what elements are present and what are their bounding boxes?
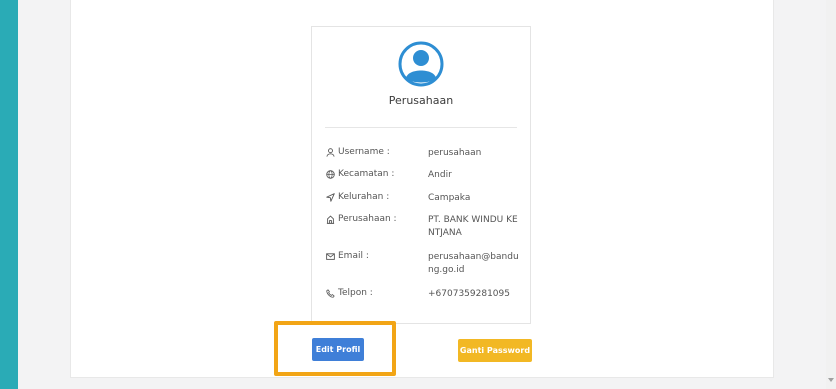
location-arrow-icon bbox=[326, 192, 335, 202]
kelurahan-label: Kelurahan : bbox=[326, 192, 389, 202]
email-label: Email : bbox=[326, 251, 369, 261]
user-icon bbox=[326, 147, 335, 157]
envelope-icon bbox=[326, 252, 335, 260]
scrollbar[interactable] bbox=[826, 0, 836, 389]
username-value: perusahaan bbox=[428, 148, 482, 158]
kecamatan-label: Kecamatan : bbox=[326, 169, 394, 179]
username-label: Username : bbox=[326, 147, 390, 157]
divider bbox=[325, 127, 517, 128]
phone-icon bbox=[326, 288, 335, 298]
perusahaan-label: Perusahaan : bbox=[326, 214, 397, 224]
perusahaan-value: PT. BANK WINDU KENTJANA bbox=[428, 215, 518, 238]
profile-name: Perusahaan bbox=[388, 94, 454, 107]
scroll-down-arrow-icon[interactable] bbox=[828, 378, 834, 382]
building-icon bbox=[326, 214, 335, 224]
kecamatan-value: Andir bbox=[428, 170, 452, 180]
highlight-box bbox=[274, 321, 396, 376]
avatar-icon bbox=[398, 41, 444, 87]
telpon-value: +6707359281095 bbox=[428, 289, 510, 299]
change-password-button[interactable]: Ganti Password bbox=[458, 339, 532, 362]
email-value: perusahaan@bandung.go.id bbox=[428, 252, 519, 275]
telpon-label: Telpon : bbox=[326, 288, 373, 298]
kelurahan-value: Campaka bbox=[428, 193, 471, 203]
globe-icon bbox=[326, 169, 335, 179]
